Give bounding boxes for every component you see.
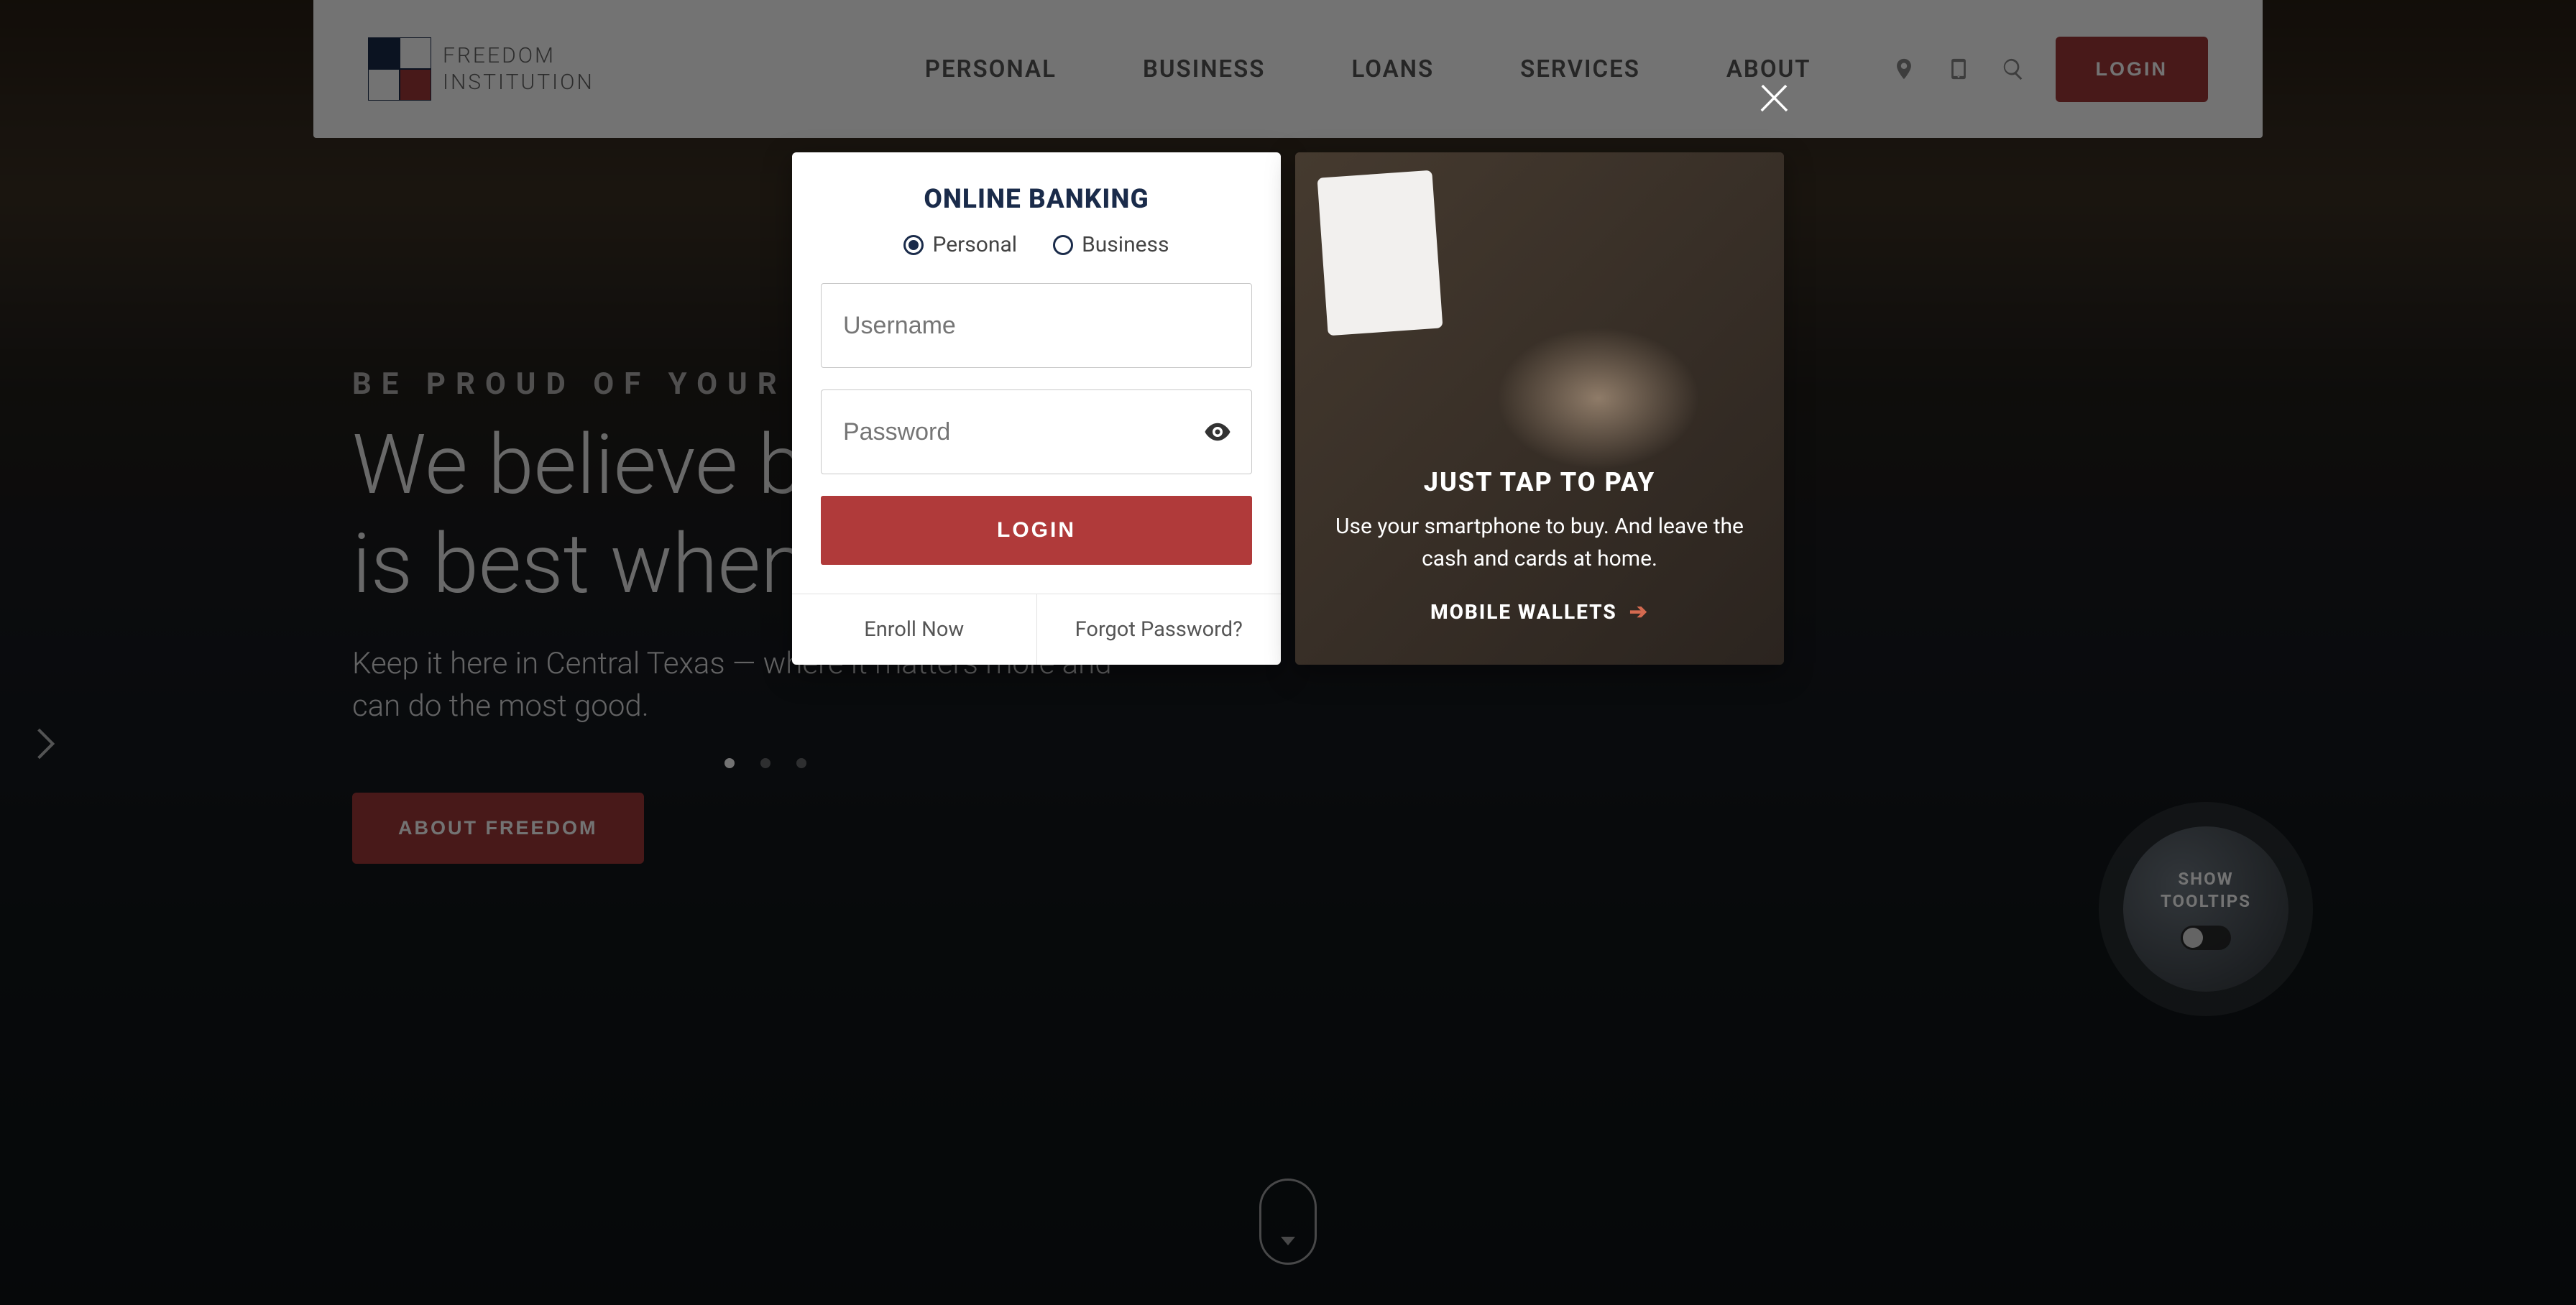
enroll-now-link[interactable]: Enroll Now xyxy=(792,594,1037,665)
username-input[interactable] xyxy=(843,312,1230,340)
login-form: LOGIN xyxy=(792,283,1281,594)
username-field-wrap xyxy=(821,283,1252,368)
promo-image xyxy=(1295,152,1784,665)
eye-show-password-icon[interactable] xyxy=(1202,417,1233,447)
radio-business-label: Business xyxy=(1082,232,1169,257)
promo-body: Use your smartphone to buy. And leave th… xyxy=(1328,510,1751,575)
promo-cta-link[interactable]: MOBILE WALLETS ➔ xyxy=(1430,599,1649,624)
login-modal: × ONLINE BANKING Personal Business LOGIN xyxy=(792,152,1784,665)
radio-personal[interactable]: Personal xyxy=(903,232,1017,257)
online-banking-panel: ONLINE BANKING Personal Business LOGIN E… xyxy=(792,152,1281,665)
password-field-wrap xyxy=(821,389,1252,474)
login-heading: ONLINE BANKING xyxy=(792,152,1281,215)
account-type-radios: Personal Business xyxy=(792,232,1281,257)
radio-personal-label: Personal xyxy=(932,232,1017,257)
radio-dot-filled-icon xyxy=(903,235,924,255)
password-input[interactable] xyxy=(843,418,1230,446)
promo-heading: JUST TAP TO PAY xyxy=(1424,467,1655,497)
login-footer-links: Enroll Now Forgot Password? xyxy=(792,594,1281,665)
promo-panel: JUST TAP TO PAY Use your smartphone to b… xyxy=(1295,152,1784,665)
arrow-right-icon: ➔ xyxy=(1629,599,1649,624)
modal-close-icon[interactable]: × xyxy=(1757,59,1791,124)
forgot-password-link[interactable]: Forgot Password? xyxy=(1037,594,1282,665)
promo-phone-graphic xyxy=(1317,170,1443,336)
radio-dot-empty-icon xyxy=(1053,235,1073,255)
radio-business[interactable]: Business xyxy=(1053,232,1169,257)
login-submit-button[interactable]: LOGIN xyxy=(821,496,1252,565)
promo-cta-label: MOBILE WALLETS xyxy=(1430,600,1617,624)
